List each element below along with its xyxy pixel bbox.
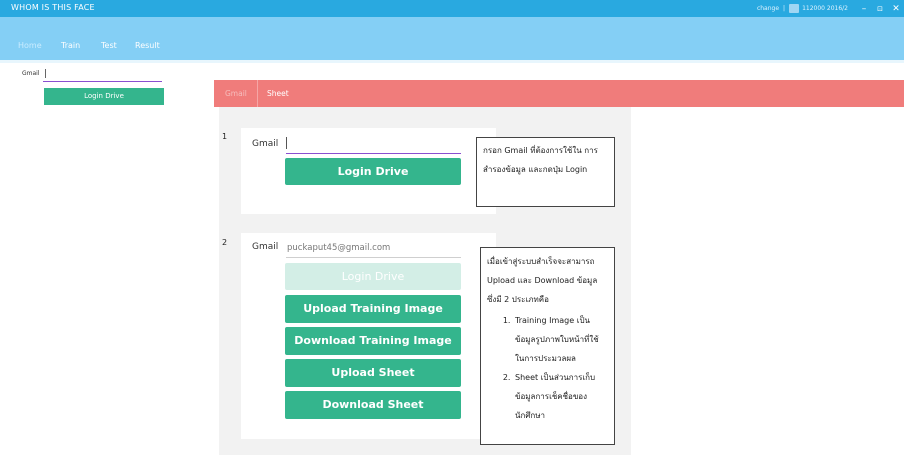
title-bar-controls: change | 112000 2016/2 – ⊡ ✕ bbox=[757, 0, 904, 17]
step-1-gmail-underline bbox=[286, 153, 461, 154]
step-1-login-drive-button[interactable]: Login Drive bbox=[285, 158, 461, 185]
step-2-gmail-value[interactable]: puckaput45@gmail.com bbox=[287, 243, 390, 253]
minimize-icon[interactable]: – bbox=[856, 4, 872, 14]
menu-bar: Home Train Test Result bbox=[0, 17, 904, 63]
tab-test[interactable]: Test bbox=[101, 41, 117, 50]
sidebar-login-drive-button[interactable]: Login Drive bbox=[44, 88, 164, 105]
step-1-gmail-label: Gmail bbox=[252, 139, 279, 149]
tab-home[interactable]: Home bbox=[18, 41, 42, 50]
step-2-note-intro: เมื่อเข้าสู่ระบบสำเร็จจะสามารถ Upload แล… bbox=[487, 257, 598, 304]
tab-gmail[interactable]: Gmail bbox=[225, 89, 247, 98]
status-separator: | bbox=[783, 5, 786, 12]
step-1-gmail-input[interactable] bbox=[288, 137, 460, 151]
title-bar: WHOM IS THIS FACE change | 112000 2016/2… bbox=[0, 0, 904, 17]
step-1-number: 1 bbox=[222, 132, 228, 141]
step-2-note: เมื่อเข้าสู่ระบบสำเร็จจะสามารถ Upload แล… bbox=[480, 247, 615, 445]
step-2-gmail-underline bbox=[286, 257, 461, 258]
upload-sheet-button[interactable]: Upload Sheet bbox=[285, 359, 461, 387]
sheet-tab-bar: Gmail Sheet bbox=[214, 80, 904, 107]
sheet-tab-divider bbox=[257, 80, 258, 107]
step-2-note-list: Training Image เป็นข้อมูลรูปภาพใบหน้าที่… bbox=[513, 311, 608, 425]
download-sheet-button[interactable]: Download Sheet bbox=[285, 391, 461, 419]
maximize-icon[interactable]: ⊡ bbox=[872, 5, 888, 13]
tab-result[interactable]: Result bbox=[135, 41, 160, 50]
step-1-gmail-caret bbox=[286, 137, 287, 149]
step-2-login-drive-button: Login Drive bbox=[285, 263, 461, 290]
status-id: 112000 2016/2 bbox=[802, 5, 848, 12]
upload-training-image-button[interactable]: Upload Training Image bbox=[285, 295, 461, 323]
sidebar-gmail-label: Gmail bbox=[22, 70, 40, 77]
change-link[interactable]: change bbox=[757, 5, 779, 12]
step-1-note: กรอก Gmail ที่ต้องการใช้ใน การสำรองข้อมู… bbox=[476, 137, 615, 207]
calendar-icon bbox=[789, 4, 800, 13]
step-2-note-item: Sheet เป็นส่วนการเก็บข้อมูลการเช็คชื่อขอ… bbox=[513, 368, 608, 425]
app-title: WHOM IS THIS FACE bbox=[11, 3, 95, 12]
download-training-image-button[interactable]: Download Training Image bbox=[285, 327, 461, 355]
tab-train[interactable]: Train bbox=[61, 41, 80, 50]
step-2-number: 2 bbox=[222, 238, 228, 247]
menu-divider bbox=[0, 60, 904, 63]
tab-sheet[interactable]: Sheet bbox=[267, 89, 289, 98]
sidebar-gmail-underline bbox=[43, 81, 162, 82]
step-2-gmail-label: Gmail bbox=[252, 242, 279, 252]
sidebar-gmail-input[interactable] bbox=[44, 68, 162, 80]
step-2-note-item: Training Image เป็นข้อมูลรูปภาพใบหน้าที่… bbox=[513, 311, 608, 368]
close-icon[interactable]: ✕ bbox=[888, 4, 904, 14]
